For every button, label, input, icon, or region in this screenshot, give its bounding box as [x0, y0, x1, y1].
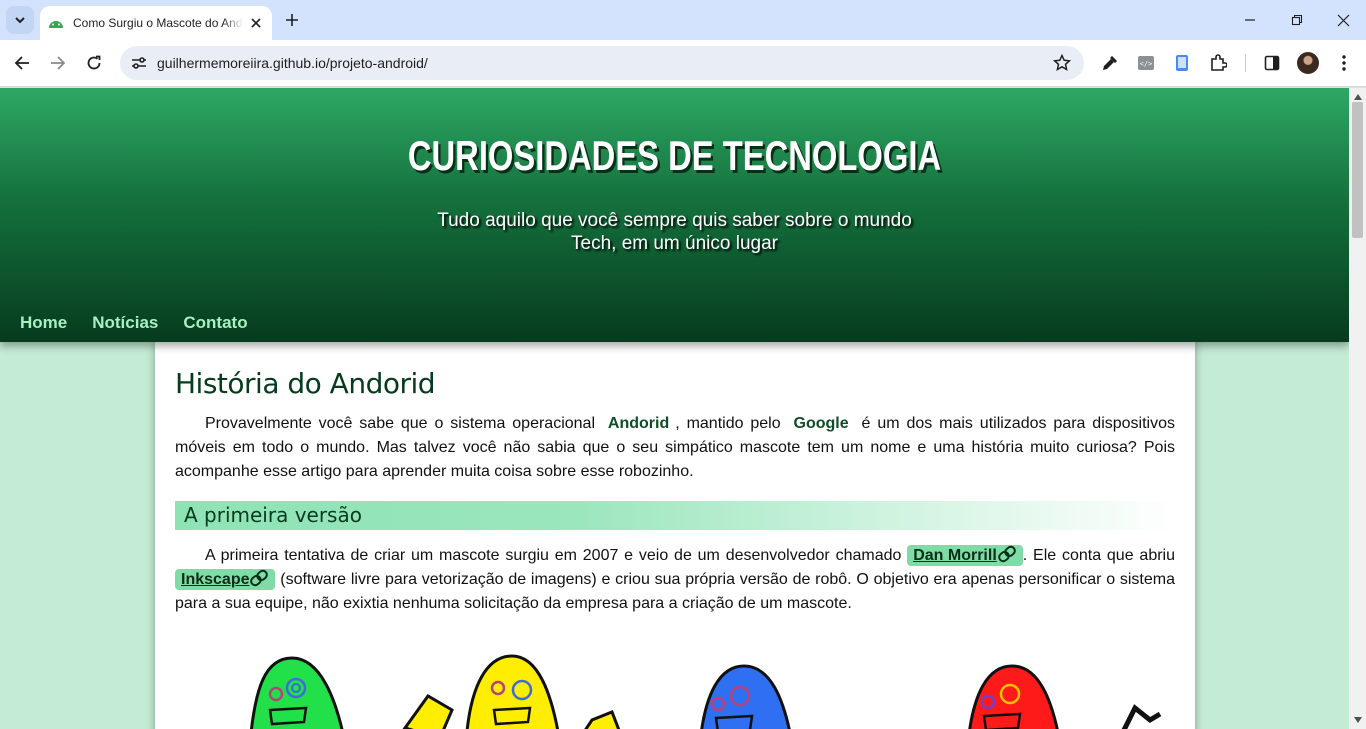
- scroll-up-arrow-icon[interactable]: [1353, 92, 1362, 101]
- section-heading-primeira-versao: A primeira versão: [175, 501, 1175, 530]
- minimize-icon: [1245, 19, 1255, 21]
- close-tab-icon[interactable]: [248, 15, 264, 31]
- tab-strip: Como Surgiu o Mascote do Android: [0, 0, 1366, 40]
- address-bar[interactable]: guilhermemoreiira.github.io/projeto-andr…: [120, 46, 1084, 80]
- new-tab-button[interactable]: [282, 10, 302, 30]
- menu-contato-link[interactable]: Contato: [183, 313, 247, 333]
- browser-toolbar: guilhermemoreiira.github.io/projeto-andr…: [0, 40, 1366, 87]
- close-window-button[interactable]: [1333, 10, 1353, 30]
- eyedropper-extension-icon[interactable]: [1099, 52, 1121, 74]
- arrow-left-icon: [14, 56, 29, 70]
- subtitle-line-2: Tech, em um único lugar: [571, 233, 778, 254]
- toolbar-separator: [1245, 54, 1246, 72]
- side-panel-icon[interactable]: [1261, 52, 1283, 74]
- url-text: guilhermemoreiira.github.io/projeto-andr…: [157, 55, 428, 71]
- intro-text-1: Provavelmente você sabe que o sistema op…: [205, 415, 602, 432]
- scroll-down-arrow-icon[interactable]: [1353, 715, 1362, 724]
- section-paragraph: A primeira tentativa de criar um mascote…: [175, 544, 1175, 616]
- section-text-2: . Ele conta que abriu: [1022, 547, 1175, 564]
- bookmark-star-icon[interactable]: [1052, 53, 1072, 73]
- google-keyword: Google: [793, 415, 849, 432]
- minimize-button[interactable]: [1240, 10, 1260, 30]
- active-tab[interactable]: Como Surgiu o Mascote do Android: [40, 6, 272, 40]
- reload-button[interactable]: [82, 51, 106, 75]
- restore-icon: [1291, 14, 1303, 26]
- menu-kebab-icon[interactable]: [1333, 52, 1355, 74]
- page-scrollbar[interactable]: [1349, 88, 1366, 729]
- intro-paragraph: Provavelmente você sabe que o sistema op…: [175, 412, 1175, 484]
- extensions-puzzle-icon[interactable]: [1207, 52, 1229, 74]
- article-title: História do Andorid: [175, 367, 436, 400]
- scroll-thumb[interactable]: [1352, 102, 1363, 238]
- dan-morrill-link[interactable]: Dan Morrill: [907, 545, 1023, 566]
- section-text-3: (software livre para vetorização de imag…: [175, 571, 1175, 612]
- profile-avatar[interactable]: [1297, 52, 1319, 74]
- site-title: CURIOSIDADES DE TECNOLOGIA: [407, 132, 942, 179]
- site-menu: Home Notícias Contato: [20, 313, 248, 333]
- restore-button[interactable]: [1287, 10, 1307, 30]
- section-text-1: A primeira tentativa de criar um mascote…: [205, 547, 908, 564]
- intro-text-2: , mantido pelo: [675, 415, 788, 432]
- arrow-right-icon: [51, 56, 66, 70]
- menu-home-link[interactable]: Home: [20, 313, 67, 333]
- inkscape-link[interactable]: Inkscape: [175, 569, 276, 590]
- reload-icon: [87, 55, 101, 70]
- blue-robot-drawing: [700, 664, 791, 729]
- link-icon: [250, 569, 269, 587]
- android-icon: [48, 15, 64, 31]
- dan-morrill-label: Dan Morrill: [913, 547, 997, 564]
- yellow-robot-drawing: [465, 654, 560, 729]
- subtitle-line-1: Tudo aquilo que você sempre quis saber s…: [437, 210, 912, 231]
- forward-button[interactable]: [46, 51, 70, 75]
- close-icon: [1337, 14, 1349, 26]
- back-button[interactable]: [10, 51, 34, 75]
- page-viewport: CURIOSIDADES DE TECNOLOGIA Tudo aquilo q…: [0, 88, 1349, 729]
- site-info-icon[interactable]: [128, 52, 150, 74]
- red-robot-drawing: [968, 664, 1059, 729]
- android-keyword: Andorid: [607, 415, 670, 432]
- menu-noticias-link[interactable]: Notícias: [92, 313, 158, 333]
- inkscape-label: Inkscape: [181, 571, 250, 588]
- chevron-down-icon: [15, 17, 25, 24]
- svg-text:</>: </>: [1140, 60, 1153, 68]
- mascot-illustration: [249, 654, 1162, 729]
- tab-search-button[interactable]: [6, 6, 34, 34]
- green-robot-drawing: [249, 656, 344, 729]
- plus-icon: [286, 14, 298, 26]
- code-extension-icon[interactable]: </>: [1135, 52, 1157, 74]
- site-subtitle: Tudo aquilo que você sempre quis saber s…: [0, 209, 1349, 255]
- site-header: CURIOSIDADES DE TECNOLOGIA Tudo aquilo q…: [0, 88, 1349, 342]
- link-icon: [997, 545, 1016, 563]
- phone-extension-icon[interactable]: [1171, 52, 1193, 74]
- tab-title: Como Surgiu o Mascote do Android: [73, 16, 243, 30]
